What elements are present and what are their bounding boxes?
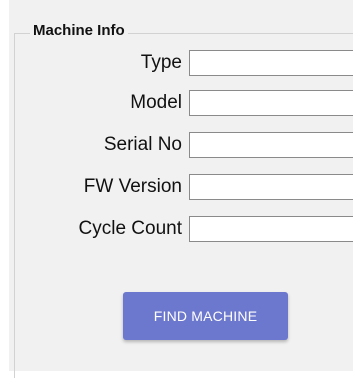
serial-no-label: Serial No — [103, 134, 182, 155]
cycle-count-label: Cycle Count — [78, 218, 183, 239]
serial-no-row: Serial No — [0, 132, 353, 158]
serial-no-field[interactable] — [189, 132, 353, 158]
type-field[interactable] — [189, 50, 353, 76]
type-label: Type — [140, 52, 182, 73]
model-label: Model — [130, 92, 182, 113]
fw-version-label: FW Version — [83, 176, 182, 197]
model-field[interactable] — [189, 90, 353, 116]
cycle-count-field[interactable] — [189, 216, 353, 242]
machine-info-title: Machine Info — [30, 22, 128, 40]
machine-info-panel: Machine Info Type Model Serial No FW Ver… — [0, 0, 353, 378]
find-machine-button[interactable]: FIND MACHINE — [123, 292, 288, 340]
type-row: Type — [0, 50, 353, 76]
fw-version-field[interactable] — [189, 174, 353, 200]
model-row: Model — [0, 90, 353, 116]
fw-version-row: FW Version — [0, 174, 353, 200]
cycle-count-row: Cycle Count — [0, 216, 353, 242]
